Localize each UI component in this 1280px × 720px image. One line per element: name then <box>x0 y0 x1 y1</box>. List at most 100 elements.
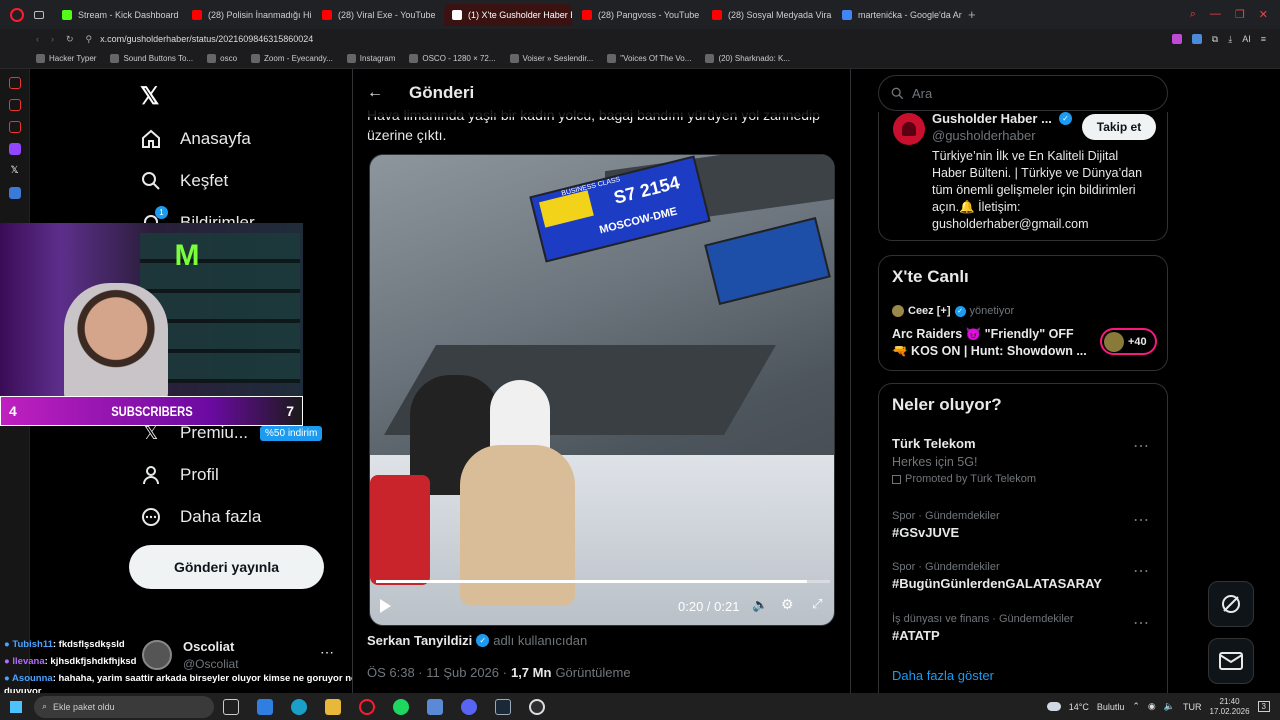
search-tabs-icon[interactable]: ⌕ <box>1190 8 1196 21</box>
extension-icon[interactable] <box>1191 34 1202 44</box>
obs-icon[interactable] <box>529 698 545 715</box>
puzzle-icon[interactable]: ⧉ <box>1212 34 1218 45</box>
settings-gear-icon[interactable]: ⚙ <box>781 596 794 613</box>
grok-button[interactable] <box>1208 581 1254 627</box>
tab-workspace-icon[interactable] <box>34 10 44 19</box>
more-dots-icon[interactable]: ⋯ <box>1133 613 1149 633</box>
opera-icon[interactable] <box>359 698 375 715</box>
forward-icon[interactable]: › <box>51 34 54 44</box>
close-window-button[interactable]: ✕ <box>1259 8 1268 21</box>
live-stream-title[interactable]: Arc Raiders 😈 "Friendly" OFF 🔫 KOS ON | … <box>892 326 1092 360</box>
back-icon[interactable]: ‹ <box>36 34 39 44</box>
ai-icon[interactable]: AI <box>1242 34 1251 44</box>
edge-icon[interactable] <box>291 698 307 715</box>
play-button[interactable] <box>380 599 391 613</box>
taskbar-search[interactable]: ⌕ Ekle paket oldu <box>34 695 214 718</box>
follow-button[interactable]: Takip et <box>1082 114 1156 140</box>
app-icon[interactable] <box>427 698 443 715</box>
tab-label: (1) X'te Gusholder Haber E <box>468 9 572 20</box>
video-progress-track[interactable] <box>376 580 830 583</box>
nav-profile[interactable]: Profil <box>140 464 219 486</box>
trend-item[interactable]: İş dünyası ve finans · Gündemdekiler #AT… <box>892 613 1157 643</box>
translate-icon[interactable] <box>8 187 21 199</box>
bookmark-item[interactable]: (20) Sharknado: K... <box>705 54 790 63</box>
volume-icon[interactable]: 🔈 <box>1164 701 1175 712</box>
sidebar-icon[interactable] <box>8 99 21 111</box>
bookmark-item[interactable]: Zoom - Eyecandy... <box>251 54 333 63</box>
browser-tab[interactable]: (28) Sosyal Medyada Vira <box>704 4 832 26</box>
live-listeners-pill[interactable]: +40 <box>1100 328 1157 355</box>
site-info-icon[interactable]: ⚲ <box>86 34 93 45</box>
profile-name[interactable]: Gusholder Haber ... <box>932 111 1052 126</box>
more-dots-icon[interactable]: ⋯ <box>1133 436 1149 456</box>
start-button-icon[interactable] <box>10 700 22 713</box>
author-name[interactable]: Serkan Tanyildizi <box>367 633 472 648</box>
windows-taskbar: ⌕ Ekle paket oldu 14°C Bulutlu ⌃ ◉ 🔈 TUR… <box>0 693 1280 720</box>
fullscreen-icon[interactable]: ⤢ <box>812 596 822 612</box>
bio-line: Haber Bülteni. | Türkiye ve Dünya’dan <box>932 166 1143 180</box>
video-player[interactable]: BUSINESS CLASS S7 2154 MOSCOW-DME 0:20 /… <box>369 154 835 626</box>
steam-icon[interactable] <box>495 698 511 715</box>
bookmark-label: Sound Buttons To... <box>123 54 194 63</box>
trend-item[interactable]: Spor · Gündemdekiler #BugünGünlerdenGALA… <box>892 561 1157 591</box>
back-arrow-icon[interactable]: ← <box>367 84 383 102</box>
post-text-line: üzerine çıktı. <box>367 127 447 143</box>
show-more-link[interactable]: Daha fazla göster <box>892 668 994 683</box>
x-icon[interactable]: 𝕏 <box>9 165 21 177</box>
browser-tab[interactable]: martenićka - Google'da Ar <box>834 4 962 26</box>
input-language[interactable]: TUR <box>1183 702 1202 712</box>
more-dots-icon[interactable]: ⋯ <box>1133 510 1149 530</box>
notification-center-icon[interactable]: 3 <box>1257 701 1270 712</box>
extension-icon[interactable] <box>1171 34 1182 44</box>
discord-icon[interactable] <box>461 698 477 715</box>
browser-tab[interactable]: (28) Viral Exe - YouTube <box>314 4 442 26</box>
browser-tab[interactable]: (28) Pangvoss - YouTube <box>574 4 702 26</box>
bookmark-item[interactable]: Voiser » Seslendir... <box>509 54 593 63</box>
bookmark-item[interactable]: osco <box>207 54 237 63</box>
messages-button[interactable] <box>1208 638 1254 684</box>
sidebar-icon[interactable] <box>8 77 21 89</box>
subscriber-left-count: 4 <box>9 403 17 419</box>
profile-avatar[interactable] <box>893 113 925 145</box>
nav-explore[interactable]: Keşfet <box>140 170 228 192</box>
download-icon[interactable]: ⤓ <box>1228 34 1232 45</box>
search-box[interactable]: Ara <box>878 75 1168 111</box>
spotify-icon[interactable] <box>393 698 409 715</box>
browser-tab[interactable]: (28) Polisin İnanmadığı Hi <box>184 4 312 26</box>
bookmark-item[interactable]: Instagram <box>346 54 395 63</box>
x-logo-icon[interactable]: 𝕏 <box>140 82 159 111</box>
minimize-button[interactable]: — <box>1210 8 1221 21</box>
folder-icon[interactable] <box>325 698 341 715</box>
reload-icon[interactable]: ↻ <box>66 34 74 45</box>
network-icon[interactable]: ◉ <box>1148 701 1156 712</box>
live-host-line[interactable]: Ceez [+] ✓ yönetiyor <box>892 305 1014 317</box>
more-dots-icon[interactable]: ⋯ <box>1133 561 1149 581</box>
trend-item[interactable]: Spor · Gündemdekiler #GSvJUVE ⋯ <box>892 510 1157 540</box>
bookmark-item[interactable]: Hacker Typer <box>36 54 96 63</box>
new-tab-button[interactable]: + <box>968 7 976 22</box>
opera-logo-icon[interactable] <box>10 7 24 22</box>
sidebar-icon[interactable] <box>8 121 21 133</box>
bookmark-item[interactable]: "Voices Of The Vo... <box>607 54 691 63</box>
trend-item[interactable]: Türk Telekom Herkes için 5G! Promoted by… <box>892 436 1157 485</box>
browser-tab[interactable]: (1) X'te Gusholder Haber E <box>444 3 572 26</box>
twitch-icon[interactable] <box>8 143 21 155</box>
chat-user: Tubish11 <box>12 639 53 650</box>
maximize-button[interactable]: ❐ <box>1235 8 1245 21</box>
browser-tab[interactable]: Stream - Kick Dashboard <box>54 4 182 26</box>
nav-more[interactable]: Daha fazla <box>140 506 261 528</box>
tab-label: (28) Sosyal Medyada Vira <box>728 9 832 20</box>
menu-icon[interactable]: ≡ <box>1261 34 1266 44</box>
url-field[interactable]: x.com/gusholderhaber/status/202160984631… <box>100 34 313 44</box>
post-time[interactable]: ÖS 6:38 · 11 Şub 2026 · <box>367 665 507 680</box>
nav-home[interactable]: Anasayfa <box>140 128 251 150</box>
post-button[interactable]: Gönderi yayınla <box>129 545 324 589</box>
tray-chevron-icon[interactable]: ⌃ <box>1132 701 1140 712</box>
bookmark-item[interactable]: OSCO - 1280 × 72... <box>409 54 496 63</box>
weather-temp[interactable]: 14°C <box>1069 702 1089 712</box>
task-view-icon[interactable] <box>223 698 239 715</box>
clock[interactable]: 21:40 17.02.2026 <box>1210 697 1250 717</box>
bookmark-item[interactable]: Sound Buttons To... <box>110 54 193 63</box>
volume-icon[interactable]: 🔈 <box>752 597 768 613</box>
file-explorer-icon[interactable] <box>257 698 273 715</box>
